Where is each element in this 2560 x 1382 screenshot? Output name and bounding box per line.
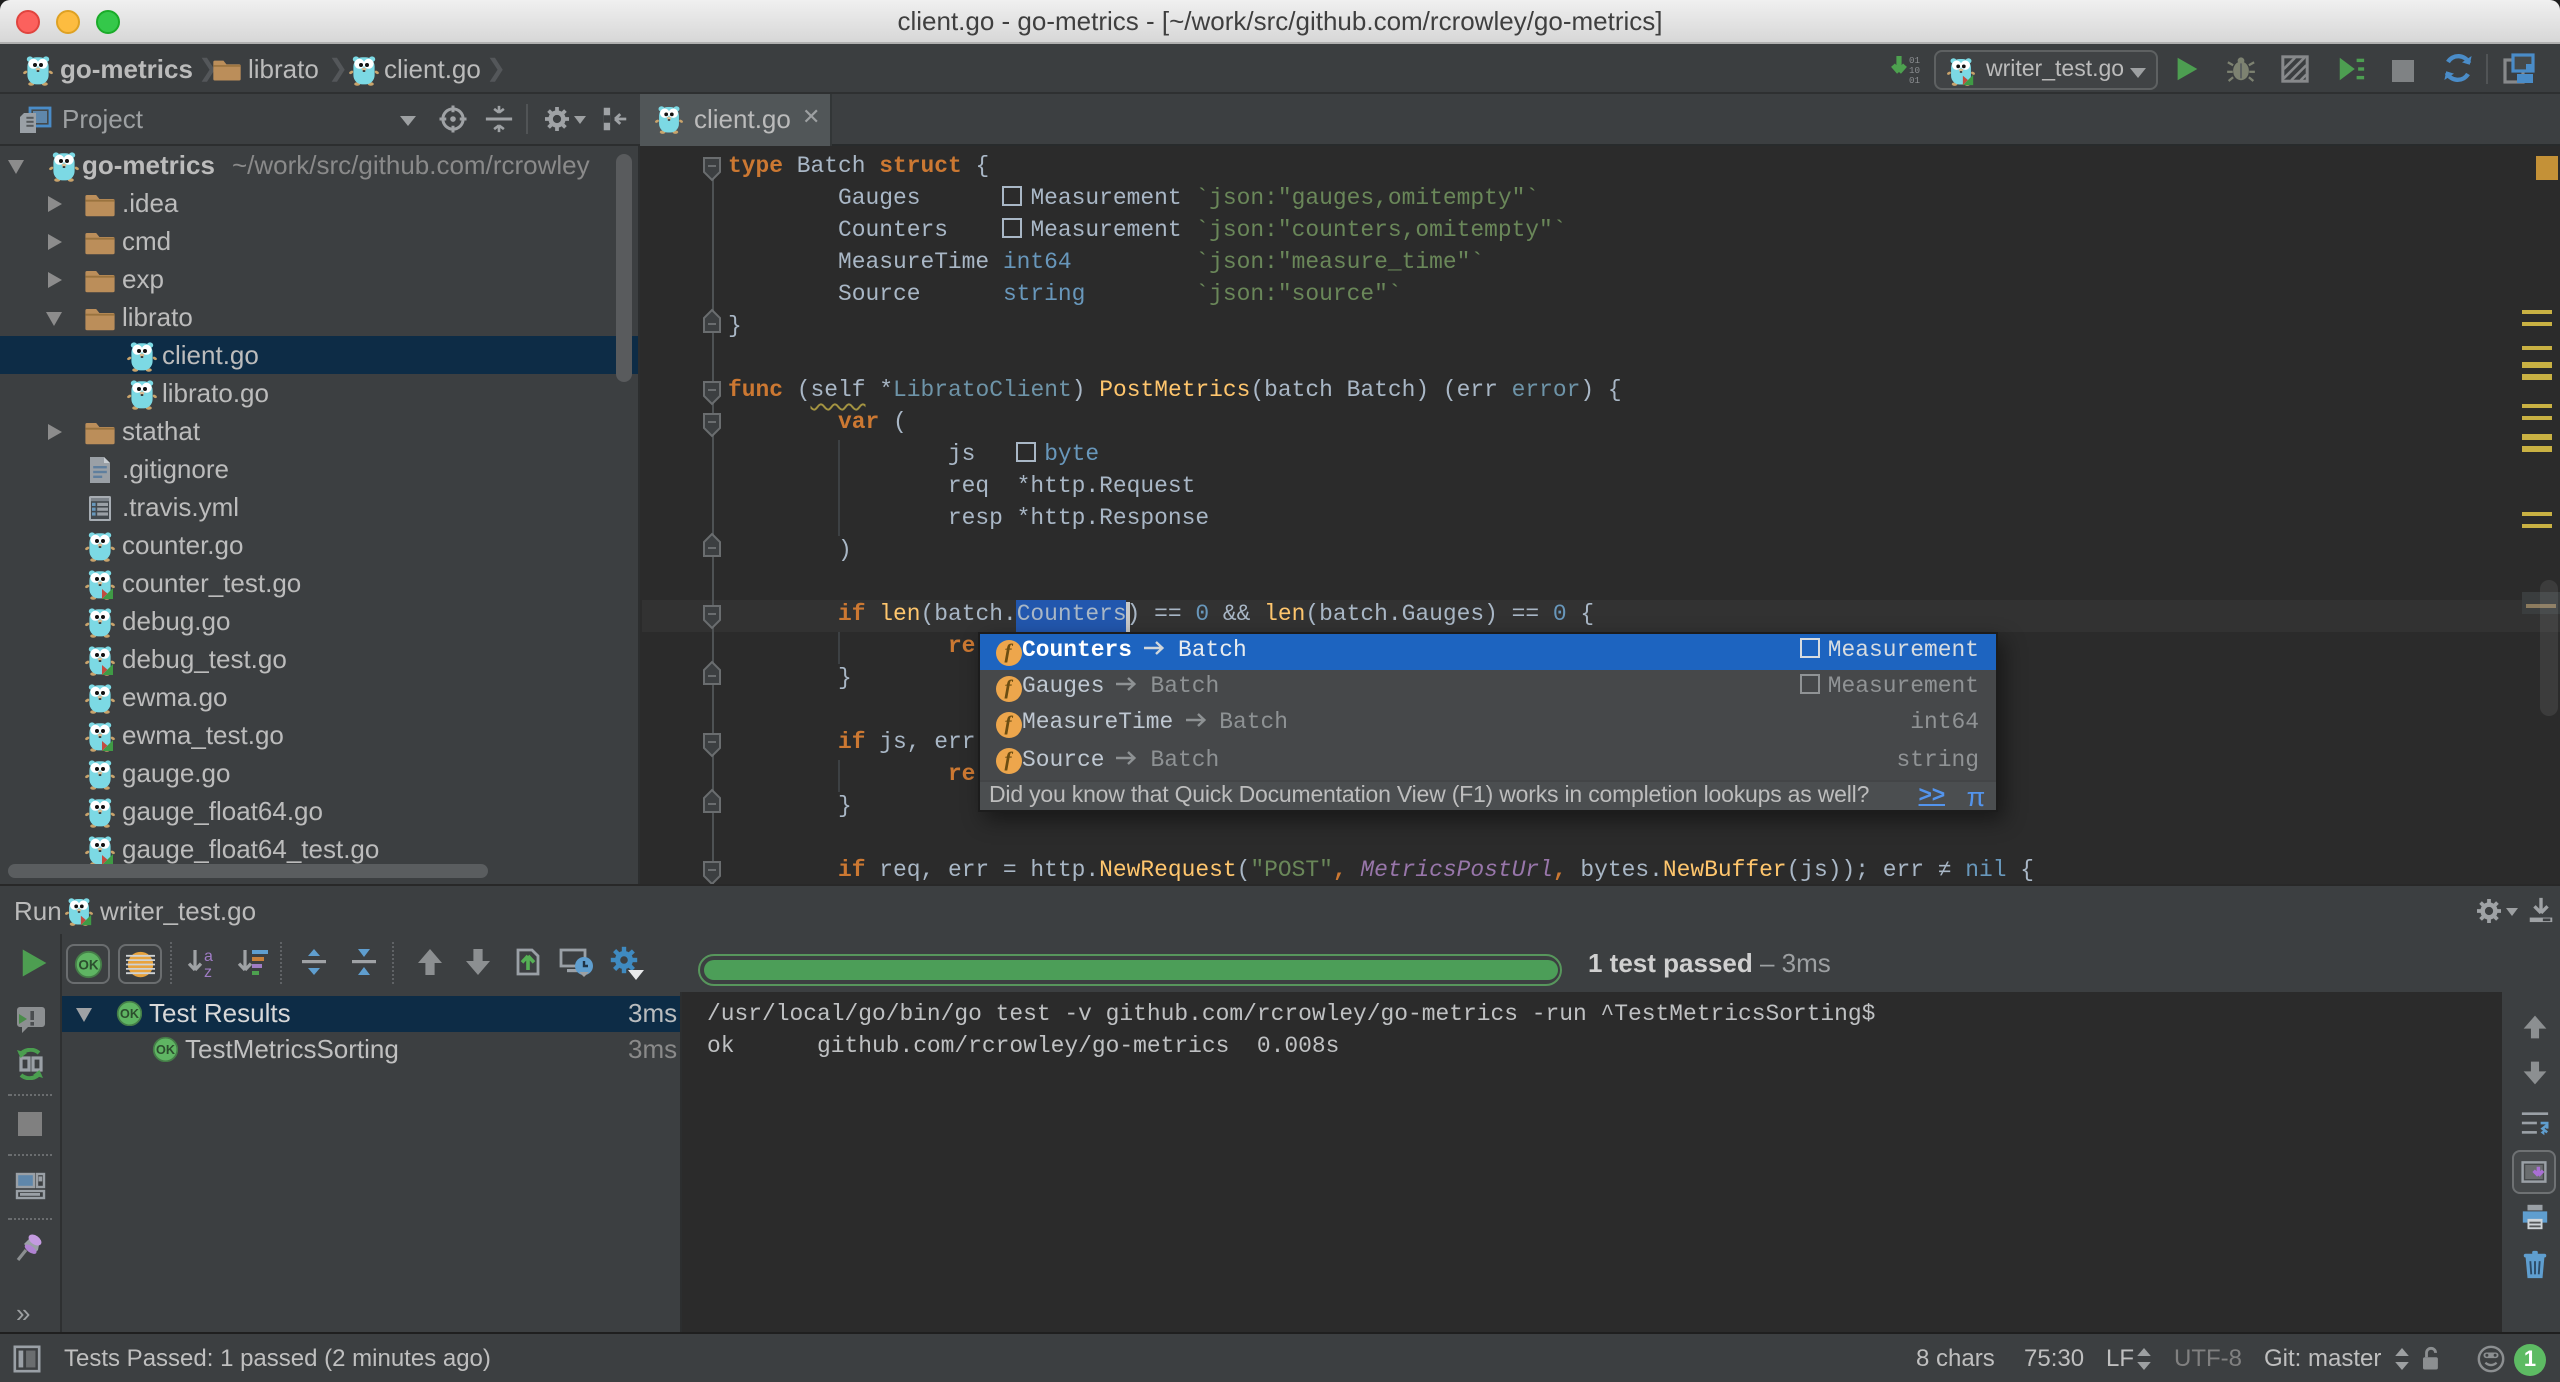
svg-text:01: 01: [1909, 75, 1921, 86]
svg-text:z: z: [204, 964, 212, 978]
svg-text:a: a: [204, 948, 213, 965]
